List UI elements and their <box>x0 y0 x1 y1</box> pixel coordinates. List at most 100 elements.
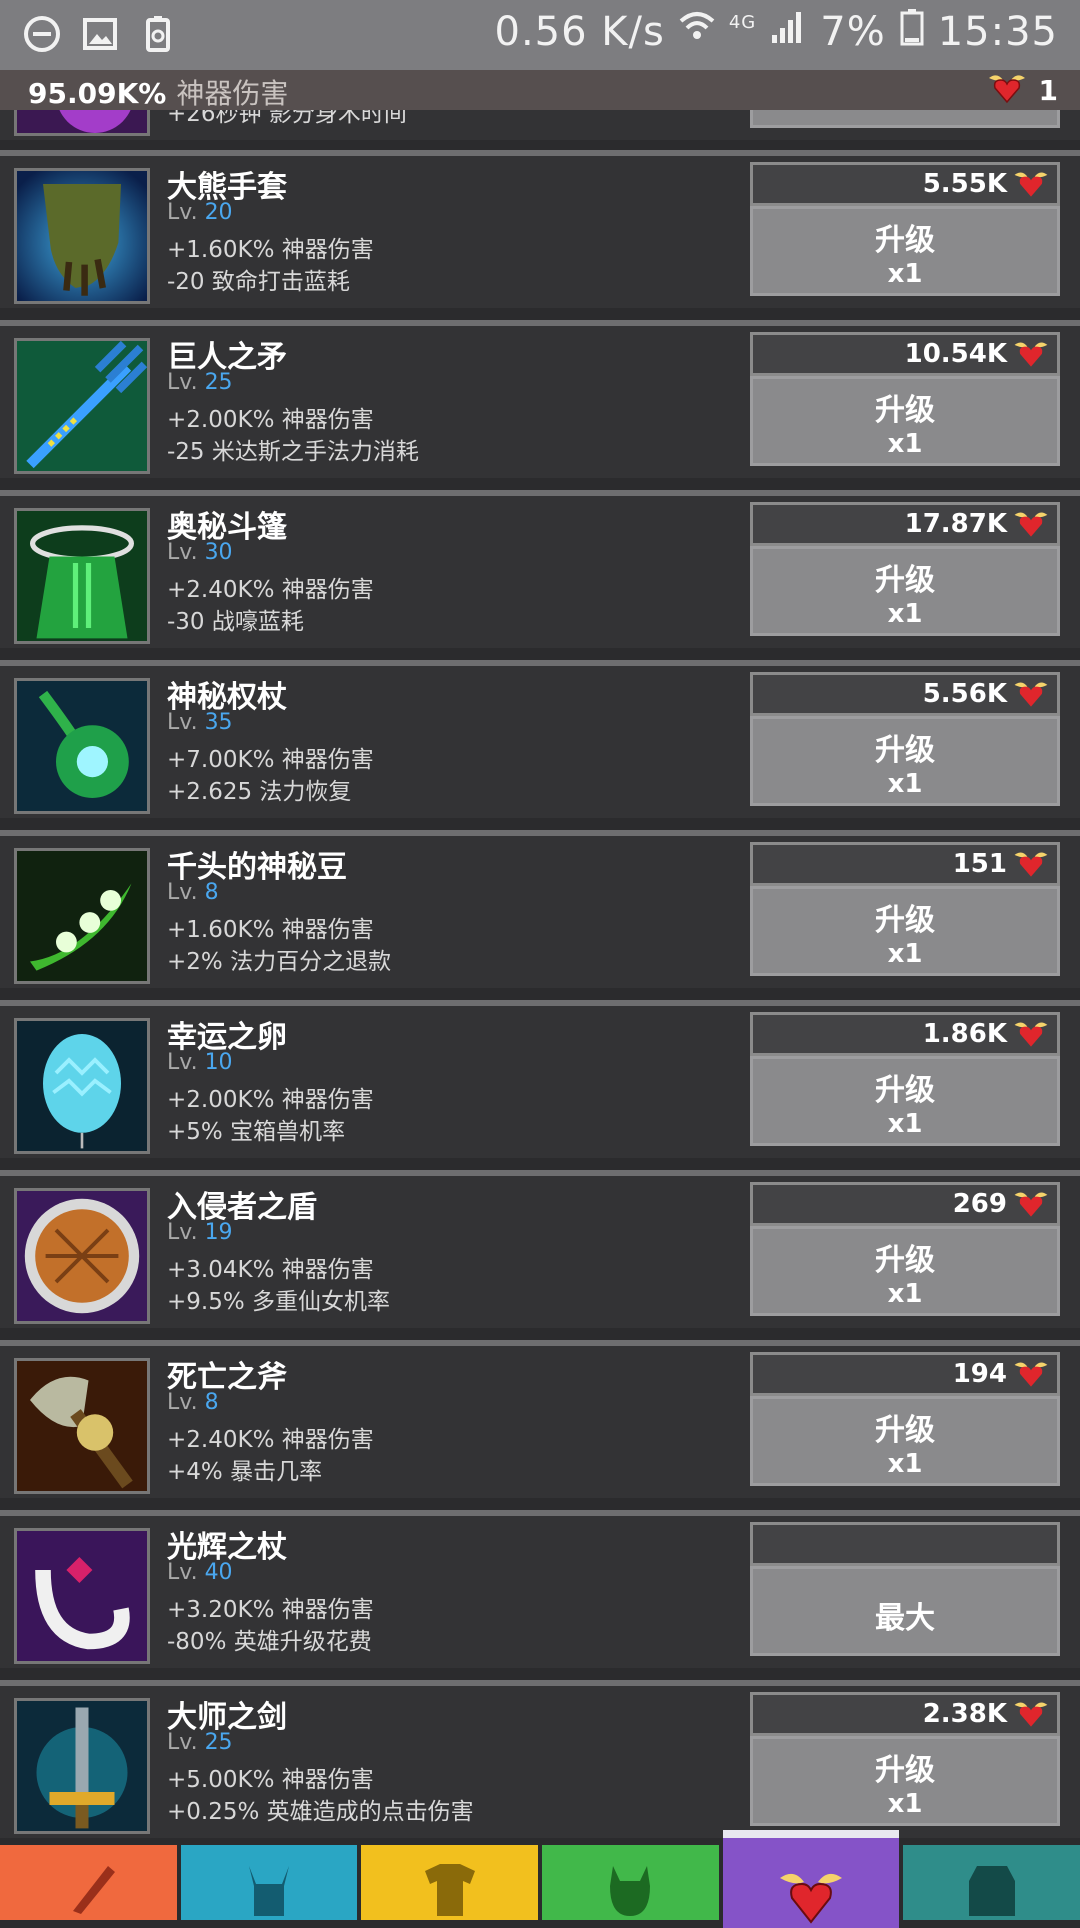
winged-heart-icon <box>1011 1357 1051 1396</box>
artifact-damage-effect: +3.20K% 神器伤害 <box>167 1597 374 1623</box>
artifact-damage-effect: +3.04K% 神器伤害 <box>167 1257 374 1283</box>
battery-percent: 7% <box>820 9 886 55</box>
status-icons-left <box>22 14 178 54</box>
upgrade-cost-empty <box>750 1522 1060 1566</box>
winged-heart-icon <box>1011 1697 1051 1736</box>
artifact-level: Lv. 30 <box>167 540 233 565</box>
winged-heart-icon <box>1011 847 1051 886</box>
artifact-row: 入侵者之盾 Lv. 19 +3.04K% 神器伤害 +9.5% 多重仙女机率 2… <box>0 1170 1080 1328</box>
upgrade-button[interactable]: 升级 x1 <box>750 376 1060 466</box>
do-not-disturb-icon <box>22 14 62 54</box>
artifact-list[interactable]: +26秒钟 影分身术时间 x1 大熊手套 Lv. 20 +1.60K% 神器伤害… <box>0 110 1080 1845</box>
cost-value: 5.55K <box>922 169 1007 199</box>
relic-count: 1 <box>1038 74 1058 107</box>
shirt-icon <box>415 1856 485 1920</box>
artifact-row: 大师之剑 Lv. 25 +5.00K% 神器伤害 +0.25% 英雄造成的点击伤… <box>0 1680 1080 1838</box>
artifact-level: Lv. 35 <box>167 710 233 735</box>
bottom-nav <box>0 1830 1080 1928</box>
artifact-bonus-effect: -25 米达斯之手法力消耗 <box>167 439 419 465</box>
upgrade-button[interactable]: 升级 x1 <box>750 1736 1060 1826</box>
viking-helmet-icon <box>234 1856 304 1920</box>
artifact-row: 神秘权杖 Lv. 35 +7.00K% 神器伤害 +2.625 法力恢复 5.5… <box>0 660 1080 818</box>
winged-heart-icon <box>1011 167 1051 206</box>
sword-icon <box>53 1856 123 1920</box>
signal-icon <box>770 9 806 55</box>
master-sword-icon <box>14 1698 150 1834</box>
upgrade-button[interactable]: 升级 x1 <box>750 1396 1060 1486</box>
winged-heart-icon <box>985 70 1029 111</box>
artifact-bonus-effect: -20 致命打击蓝耗 <box>167 269 350 295</box>
artifact-row: 死亡之斧 Lv. 8 +2.40K% 神器伤害 +4% 暴击几率 194 升级 x… <box>0 1340 1080 1498</box>
upgrade-cost: 151 <box>750 842 1060 886</box>
bear-glove-icon <box>14 168 150 304</box>
upgrade-button[interactable]: 升级 x1 <box>750 206 1060 296</box>
cost-value: 5.56K <box>922 679 1007 709</box>
tab-pets[interactable] <box>542 1845 719 1920</box>
max-level-button[interactable]: 最大 <box>750 1566 1060 1656</box>
artifact-bonus-effect: +5% 宝箱兽机率 <box>167 1119 346 1145</box>
artifact-bonus-effect: -30 战嚎蓝耗 <box>167 609 304 635</box>
artifact-damage-effect: +2.40K% 神器伤害 <box>167 1427 374 1453</box>
artifact-row: 巨人之矛 Lv. 25 +2.00K% 神器伤害 -25 米达斯之手法力消耗 1… <box>0 320 1080 478</box>
artifact-row: 奥秘斗篷 Lv. 30 +2.40K% 神器伤害 -30 战嚎蓝耗 17.87K… <box>0 490 1080 648</box>
artifact-level: Lv. 25 <box>167 370 233 395</box>
upgrade-button[interactable]: x1 <box>750 110 1060 128</box>
tab-sword[interactable] <box>0 1845 177 1920</box>
artifact-level: Lv. 8 <box>167 880 219 905</box>
tab-artifacts[interactable] <box>722 1830 900 1928</box>
wifi-icon <box>679 9 715 55</box>
upgrade-button[interactable]: 升级 x1 <box>750 1226 1060 1316</box>
cost-value: 17.87K <box>904 509 1007 539</box>
artifact-row: 千头的神秘豆 Lv. 8 +1.60K% 神器伤害 +2% 法力百分之退款 15… <box>0 830 1080 988</box>
upgrade-cost: 5.56K <box>750 672 1060 716</box>
network-type: 4G <box>728 11 757 33</box>
battery-icon <box>900 8 924 56</box>
artifact-row: 幸运之卵 Lv. 10 +2.00K% 神器伤害 +5% 宝箱兽机率 1.86K… <box>0 1000 1080 1158</box>
mystic-staff-icon <box>14 678 150 814</box>
artifact-row: 光辉之杖 Lv. 40 +3.20K% 神器伤害 -80% 英雄升级花费 最大 <box>0 1510 1080 1668</box>
artifact-damage-total: 95.09K% 神器伤害 <box>28 72 288 112</box>
cost-value: 194 <box>952 1359 1007 1389</box>
arcane-cloak-icon <box>14 508 150 644</box>
artifact-level: Lv. 19 <box>167 1220 233 1245</box>
artifact-level: Lv. 8 <box>167 1390 219 1415</box>
artifact-bonus-effect: +4% 暴击几率 <box>167 1459 323 1485</box>
magic-bean-icon <box>14 848 150 984</box>
winged-heart-icon <box>1011 1017 1051 1056</box>
artifact-level: Lv. 40 <box>167 1560 233 1585</box>
winged-heart-icon <box>1011 677 1051 716</box>
artifact-row-partial: +26秒钟 影分身术时间 x1 <box>0 110 1080 140</box>
battery-recycle-icon <box>138 14 178 54</box>
artifact-bonus-effect: +2.625 法力恢复 <box>167 779 352 805</box>
tab-equipment[interactable] <box>361 1845 539 1920</box>
status-icons-right: 0.56 K/s 4G 7% 15:35 <box>495 8 1058 56</box>
upgrade-cost: 1.86K <box>750 1012 1060 1056</box>
artifact-damage-value: 95.09K% <box>28 77 167 110</box>
network-speed: 0.56 K/s <box>494 9 665 55</box>
radiant-staff-icon <box>14 1528 150 1664</box>
tab-shop[interactable] <box>903 1845 1080 1920</box>
winged-heart-icon <box>1011 507 1051 546</box>
artifact-damage-effect: +2.00K% 神器伤害 <box>167 1087 374 1113</box>
cost-value: 151 <box>952 849 1007 879</box>
artifact-damage-effect: +2.00K% 神器伤害 <box>167 407 374 433</box>
death-axe-icon <box>14 1358 150 1494</box>
chest-icon <box>957 1856 1027 1920</box>
upgrade-button[interactable]: 升级 x1 <box>750 716 1060 806</box>
upgrade-button[interactable]: 升级 x1 <box>750 1056 1060 1146</box>
upgrade-button[interactable]: 升级 x1 <box>750 886 1060 976</box>
artifact-damage-effect: +1.60K% 神器伤害 <box>167 917 374 943</box>
clock: 15:35 <box>937 9 1058 55</box>
tab-heroes[interactable] <box>180 1845 358 1920</box>
upgrade-button[interactable]: 升级 x1 <box>750 546 1060 636</box>
upgrade-cost: 5.55K <box>750 162 1060 206</box>
winged-heart-icon <box>1011 337 1051 376</box>
artifact-damage-effect: +2.40K% 神器伤害 <box>167 577 374 603</box>
pet-icon <box>595 1856 665 1920</box>
lucky-egg-icon <box>14 1018 150 1154</box>
cost-value: 269 <box>952 1189 1007 1219</box>
upgrade-cost: 269 <box>750 1182 1060 1226</box>
status-bar: 0.56 K/s 4G 7% 15:35 <box>0 0 1080 70</box>
relic-counter: 1 <box>985 70 1058 111</box>
artifact-damage-effect: +5.00K% 神器伤害 <box>167 1767 374 1793</box>
